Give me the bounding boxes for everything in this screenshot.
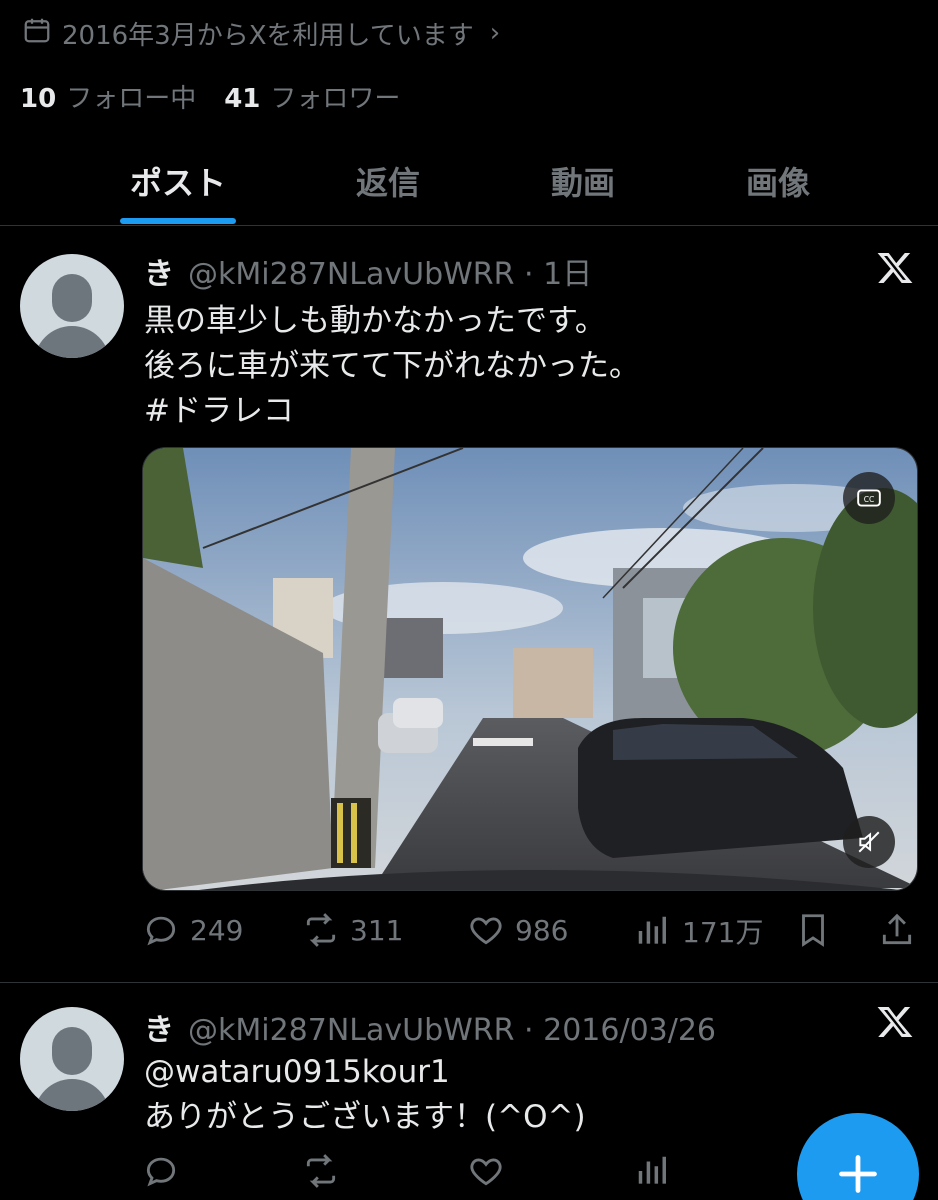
like-button[interactable]: 986 [467,911,568,949]
following-count: 10 [20,84,57,114]
heart-icon [470,917,502,945]
x-logo-icon[interactable] [876,249,914,287]
following-label: フォロー中 [66,84,197,114]
tab-replies[interactable]: 返信 [356,158,420,204]
views-icon [638,1156,666,1184]
like-button[interactable] [467,1152,505,1190]
following-link[interactable]: 10 フォロー中 [20,78,196,115]
closed-captions-icon: CC [857,489,881,507]
heart-icon [470,1158,502,1186]
avatar[interactable] [20,254,124,358]
mute-toggle-button[interactable] [843,816,895,868]
joined-date[interactable]: 2016年3月からXを利用しています › [22,14,500,52]
views-button[interactable]: 171万 [634,911,763,951]
post-author-meta[interactable]: @kMi287NLavUbWRR · 1日 [188,257,592,292]
avatar[interactable] [20,1007,124,1111]
chevron-right-icon: › [489,18,501,48]
repost-icon [306,913,336,947]
post-author-name[interactable]: き [144,257,174,292]
closed-captions-button[interactable]: CC [843,472,895,524]
tab-posts[interactable]: ポスト [130,158,226,204]
repost-count: 311 [350,913,404,947]
followers-label: フォロワー [270,84,401,114]
bookmark-button[interactable] [794,911,832,949]
post-author-name[interactable]: き [144,1013,174,1048]
repost-icon [306,1154,336,1188]
svg-text:CC: CC [864,495,875,504]
post-header: き @kMi287NLavUbWRR · 2016/03/26 [144,1005,716,1049]
views-count: 171万 [682,916,764,949]
profile-tabs: ポスト 返信 動画 画像 [0,140,938,226]
post-actions: 249 311 986 171万 [142,911,918,957]
x-logo-icon[interactable] [876,1003,914,1041]
reply-icon [146,1157,176,1187]
post-text: 黒の車少しも動かなかったです。 後ろに車が来てて下がれなかった。 #ドラレコ [144,303,640,429]
repost-button[interactable]: 311 [302,911,403,949]
post-header: き @kMi287NLavUbWRR · 1日 [144,249,592,293]
reply-icon [146,916,176,946]
muted-speaker-icon [858,831,880,853]
reply-button[interactable]: 249 [142,911,243,949]
post-author-meta[interactable]: @kMi287NLavUbWRR · 2016/03/26 [188,1013,716,1048]
reply-count: 249 [190,913,244,947]
followers-link[interactable]: 41 フォロワー [224,78,400,115]
views-button[interactable] [634,1152,672,1190]
views-icon [638,916,666,944]
post-video[interactable]: CC [142,447,918,891]
share-icon [882,913,912,945]
bookmark-icon [802,914,824,947]
tab-images[interactable]: 画像 [746,158,810,204]
active-tab-indicator [120,218,236,224]
calendar-icon [22,15,52,52]
repost-button[interactable] [302,1152,340,1190]
plus-icon [839,1155,877,1193]
followers-count: 41 [224,84,261,114]
reply-button[interactable] [142,1152,180,1190]
share-button[interactable] [878,911,916,949]
tab-videos[interactable]: 動画 [551,158,615,204]
like-count: 986 [515,913,569,947]
joined-date-text: 2016年3月からXを利用しています [62,20,474,51]
post-text: @wataru0915kour1 ありがとうございます！(^O^) [144,1054,586,1135]
follow-stats: 10 フォロー中 41 フォロワー [20,78,400,115]
